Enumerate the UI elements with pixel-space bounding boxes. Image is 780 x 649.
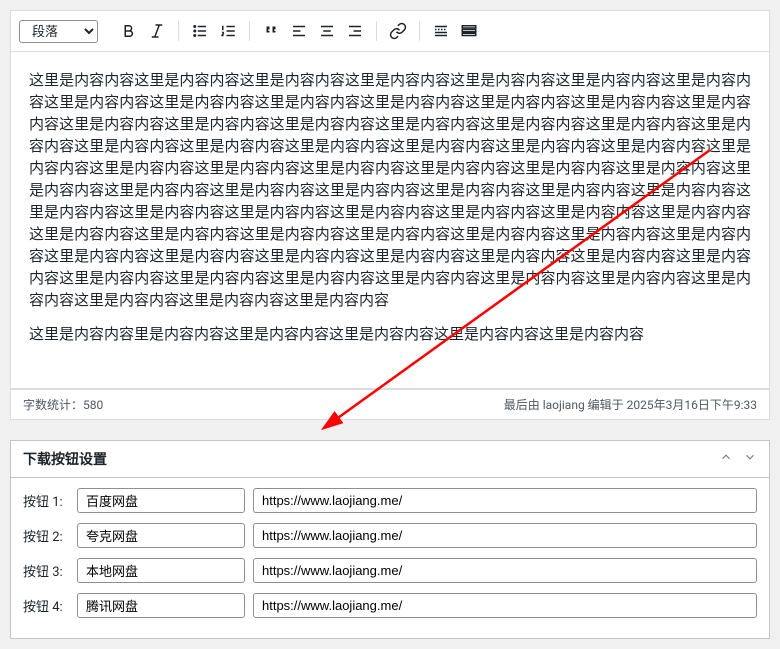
panel-title: 下载按钮设置 <box>23 449 107 469</box>
paragraph-1[interactable]: 这里是内容内容这里是内容内容这里是内容内容这里是内容内容这里是内容内容这里是内容… <box>29 70 751 312</box>
format-select[interactable]: 段落 <box>19 20 98 43</box>
row-label: 按钮 1: <box>23 491 69 510</box>
insert-more-button[interactable] <box>428 18 454 44</box>
button-url-input-1[interactable] <box>253 488 757 513</box>
button-url-input-4[interactable] <box>253 593 757 618</box>
number-list-button[interactable] <box>215 18 241 44</box>
panel-collapse-down-icon[interactable] <box>743 450 757 468</box>
panel-header: 下载按钮设置 <box>11 441 769 478</box>
kitchen-sink-button[interactable] <box>456 18 482 44</box>
italic-button[interactable] <box>144 18 170 44</box>
button-row-2: 按钮 2: <box>23 523 757 548</box>
word-count: 字数统计：580 <box>23 396 103 413</box>
button-url-input-2[interactable] <box>253 523 757 548</box>
button-row-1: 按钮 1: <box>23 488 757 513</box>
panel-body: 按钮 1: 按钮 2: 按钮 3: 按钮 4: <box>11 478 769 638</box>
download-button-settings-panel: 下载按钮设置 按钮 1: 按钮 2: 按钮 3 <box>10 440 770 639</box>
link-button[interactable] <box>385 18 411 44</box>
button-name-input-4[interactable] <box>77 593 245 618</box>
panel-collapse-up-icon[interactable] <box>719 450 733 468</box>
button-row-4: 按钮 4: <box>23 593 757 618</box>
row-label: 按钮 2: <box>23 526 69 545</box>
button-name-input-1[interactable] <box>77 488 245 513</box>
last-edited: 最后由 laojiang 编辑于 2025年3月16日下午9:33 <box>504 396 757 413</box>
paragraph-2[interactable]: 这里是内容内容里是内容内容这里是内容内容这里是内容内容这里是内容内容这里是内容内… <box>29 324 751 346</box>
bold-button[interactable] <box>116 18 142 44</box>
align-left-button[interactable] <box>286 18 312 44</box>
editor-footer: 字数统计：580 最后由 laojiang 编辑于 2025年3月16日下午9:… <box>10 389 770 420</box>
row-label: 按钮 4: <box>23 596 69 615</box>
editor-content[interactable]: 这里是内容内容这里是内容内容这里是内容内容这里是内容内容这里是内容内容这里是内容… <box>10 52 770 389</box>
align-center-button[interactable] <box>314 18 340 44</box>
editor-toolbar: 段落 <box>10 10 770 52</box>
bullet-list-button[interactable] <box>187 18 213 44</box>
align-right-button[interactable] <box>342 18 368 44</box>
blockquote-button[interactable] <box>258 18 284 44</box>
button-name-input-2[interactable] <box>77 523 245 548</box>
